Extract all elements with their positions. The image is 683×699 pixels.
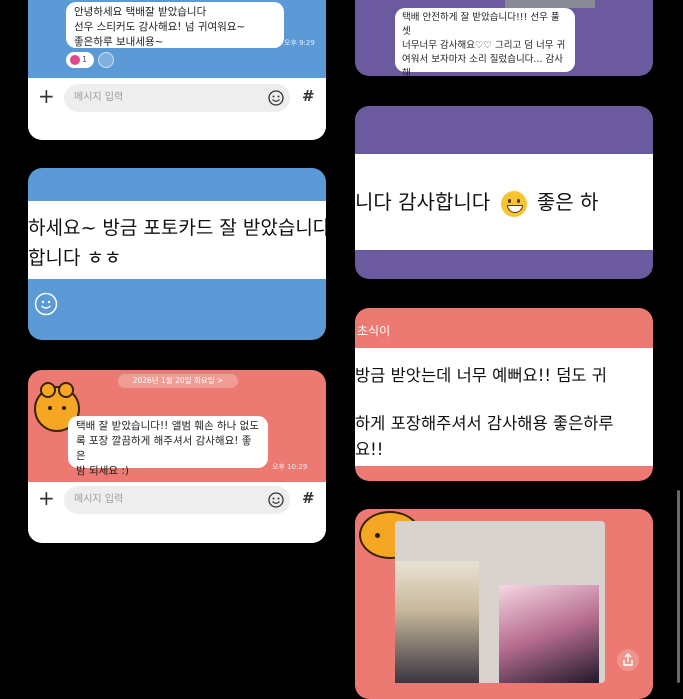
message-line-1: 방금 받앗는데 너무 예뻐요!! 덤도 귀 — [355, 366, 607, 385]
photocard-right — [499, 585, 599, 683]
hashtag-icon[interactable]: # — [302, 489, 315, 507]
plus-icon[interactable]: + — [38, 486, 55, 510]
add-reaction-icon[interactable] — [34, 292, 58, 316]
share-button[interactable] — [617, 649, 639, 671]
review-card-3[interactable]: 2026년 1월 20일 화요일 > 택배 잘 받았습니다!! 앨범 훼손 하나… — [28, 370, 326, 543]
photocard-left — [395, 561, 479, 683]
photo-thumbnail — [505, 0, 595, 8]
message-text-area: 하세요~ 방금 포토카드 잘 받았습니다 합니다 ㅎㅎ — [28, 201, 326, 279]
heart-reaction[interactable]: 1 — [66, 52, 94, 68]
heart-icon — [70, 55, 80, 65]
sender-name: 초식이 — [357, 324, 391, 338]
message-input[interactable]: 메시지 입력 — [64, 486, 290, 514]
emoji-icon[interactable] — [268, 492, 284, 508]
review-card-2[interactable]: 하세요~ 방금 포토카드 잘 받았습니다 합니다 ㅎㅎ — [28, 168, 326, 340]
review-card-6[interactable]: 초식이 방금 받앗는데 너무 예뻐요!! 덤도 귀 하게 포장해주셔서 감사해용… — [355, 308, 653, 481]
message-text-area: 방금 받앗는데 너무 예뻐요!! 덤도 귀 하게 포장해주셔서 감사해용 좋은하… — [355, 348, 653, 466]
add-reaction-icon[interactable] — [98, 52, 114, 68]
message-line-3: 요!! — [355, 440, 384, 459]
date-pill: 2026년 1월 20일 화요일 > — [118, 374, 238, 388]
message-input-bar: + 메시지 입력 # — [28, 78, 326, 140]
message-line-2: 하게 포장해주셔서 감사해용 좋은하루 — [355, 414, 614, 433]
review-card-7[interactable] — [355, 509, 653, 699]
message-input[interactable]: 메시지 입력 — [64, 84, 290, 112]
message-input-bar: + 메시지 입력 # — [28, 482, 326, 543]
message-bubble: 택배 잘 받았습니다!! 앨범 훼손 하나 없도 록 포장 깔끔하게 해주셔서 … — [68, 416, 268, 477]
review-card-5[interactable]: 니다 감사합니다 좋은 하 — [355, 106, 653, 279]
share-icon — [623, 653, 633, 666]
scrollbar[interactable] — [677, 490, 680, 683]
smile-emoji-icon — [500, 190, 527, 217]
message-bubble: 안녕하세요 택배잘 받았습니다 선우 스티커도 감사해요! 넘 귀여워요~ 좋은… — [66, 2, 284, 48]
message-line-1: 하세요~ 방금 포토카드 잘 받았습니다 — [28, 217, 326, 239]
plus-icon[interactable]: + — [38, 84, 55, 108]
review-card-1[interactable]: 안녕하세요 택배잘 받았습니다 선우 스티커도 감사해요! 넘 귀여워요~ 좋은… — [28, 0, 326, 140]
message-line: 니다 감사합니다 좋은 하 — [355, 186, 598, 217]
message-text-area: 니다 감사합니다 좋은 하 — [355, 154, 653, 250]
emoji-icon[interactable] — [268, 90, 284, 106]
message-bubble: 택배 안전하게 잘 받았습니다!!! 선우 풀셋 너무너무 감사해요♡♡ 그리고… — [395, 8, 575, 76]
message-time: 오후 9:29 — [284, 39, 315, 47]
message-line-2: 합니다 ㅎㅎ — [28, 247, 122, 269]
hashtag-icon[interactable]: # — [302, 87, 315, 105]
message-time: 오후 10:29 — [272, 463, 308, 471]
photocard-package — [395, 521, 605, 683]
review-card-4[interactable]: 택배 안전하게 잘 받았습니다!!! 선우 풀셋 너무너무 감사해요♡♡ 그리고… — [355, 0, 653, 76]
